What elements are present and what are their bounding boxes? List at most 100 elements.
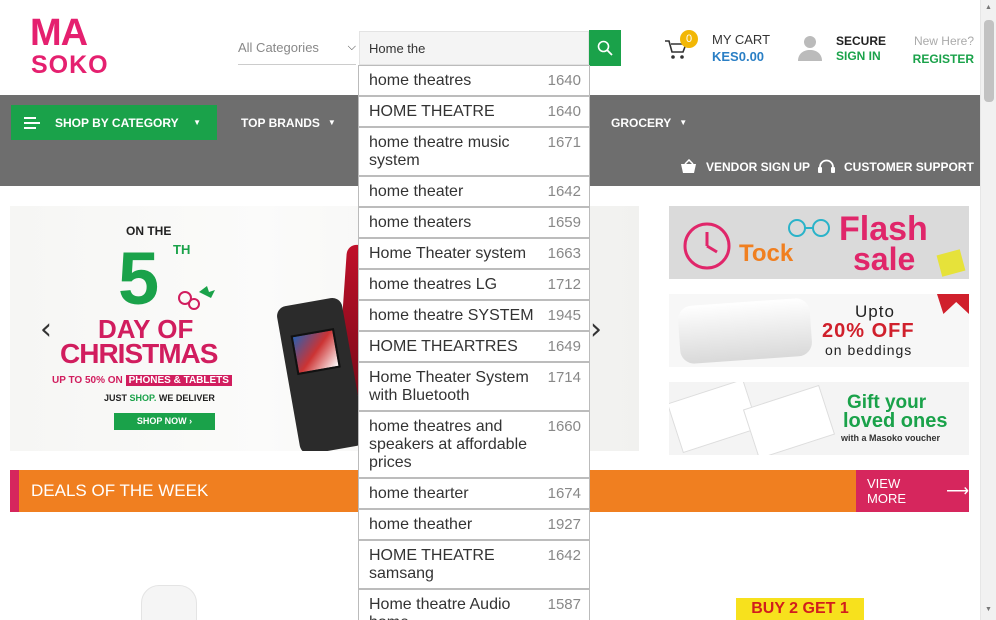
user-icon [798,36,822,61]
search-input-value: Home the [369,40,426,56]
gift-line2: loved ones [843,410,948,432]
chevron-down-icon: ⌵ [347,41,356,53]
flash-tock-text: Tock [739,240,794,267]
banner-offer-highlight: PHONES & TABLETS [125,375,232,386]
scroll-up-icon[interactable]: ▲ [985,4,992,11]
suggestion-item[interactable]: home theater 1642 [359,177,589,208]
suggestion-item[interactable]: home theatres 1640 [359,66,589,97]
new-here-label: New Here? [913,34,974,48]
suggestion-text: home theatres LG [369,276,498,293]
search-input[interactable]: Home the [359,31,589,65]
suggestion-count: 1714 [547,369,581,386]
pillow-image [677,297,813,365]
register-label: REGISTER [912,52,974,66]
suggestion-count: 1642 [547,183,581,200]
suggestion-text: home theaters [369,214,472,231]
caret-down-icon: ▼ [193,118,201,127]
search-suggestions-dropdown: home theatres 1640 HOME THEATRE 1640 home th… [358,65,590,620]
suggestion-count: 1640 [547,103,581,120]
suggestion-count: 1587 [547,596,581,613]
suggestion-count: 1927 [547,516,581,533]
customer-support-link[interactable]: CUSTOMER SUPPORT [818,159,974,175]
arrow-right-icon: ⟶ [946,483,969,500]
gift-voucher-banner[interactable]: Gift your loved ones with a Masoko vouch… [669,382,969,455]
category-select-value: All Categories [238,40,319,55]
logo-soko: SOKO [31,51,109,79]
view-more-button[interactable]: VIEW MORE ⟶ [856,470,969,512]
banner-tagline: JUST SHOP. WE DELIVER [104,393,215,403]
suggestion-item[interactable]: home theather 1927 [359,510,589,541]
caret-down-icon: ▼ [679,118,688,127]
suggestion-text: home theatres [369,72,472,89]
suggestion-item[interactable]: home theatre music system 1671 [359,128,589,177]
nav-grocery[interactable]: GROCERY ▼ [611,105,687,140]
menu-icon [24,116,40,129]
suggestion-count: 1674 [547,485,581,502]
suggestion-item[interactable]: HOME THEATRE samsang 1642 [359,541,589,590]
cart-count-badge: 0 [680,30,698,48]
suggestion-item[interactable]: Home Theater system 1663 [359,239,589,270]
register-link[interactable]: New Here? REGISTER [904,34,974,70]
deals-title: DEALS OF THE WEEK [31,481,209,500]
suggestion-text: home theatre music system [369,134,510,169]
suggestion-count: 1642 [547,547,581,564]
cart[interactable]: 0 MY CART KES0.00 [664,30,774,70]
suggestion-item[interactable]: home theatre SYSTEM 1945 [359,301,589,332]
suggestion-item[interactable]: HOME THEARTRES 1649 [359,332,589,363]
flash-sale-banner[interactable]: Tock Flash sale [669,206,969,279]
suggestion-item[interactable]: HOME THEATRE 1640 [359,97,589,128]
banner-on-the: ON THE [126,224,172,238]
bedding-offer-banner[interactable]: Upto 20% OFF on beddings [669,294,969,367]
cart-amount: KES0.00 [712,49,765,64]
nav-grocery-label: GROCERY [611,115,672,130]
sign-in-label: SIGN IN [836,49,881,63]
suggestion-text: Home theatre Audio home [369,596,511,620]
suggestion-text: home theater [369,183,464,200]
gift-line3: with a Masoko voucher [841,433,941,443]
basket-icon [681,159,696,173]
search-button[interactable] [589,30,621,66]
bed-off: 20% OFF [822,320,915,342]
suggestion-count: 1663 [547,245,581,262]
shop-by-category-button[interactable]: SHOP BY CATEGORY ▼ [11,105,217,140]
suggestion-item[interactable]: home thearter 1674 [359,479,589,510]
scrollbar-thumb[interactable] [984,20,994,102]
carousel-prev-icon[interactable]: ‹ [40,312,52,347]
nav-top-brands[interactable]: TOP BRANDS ▼ [241,105,336,140]
customer-support-label: CUSTOMER SUPPORT [844,160,974,174]
category-select[interactable]: All Categories ⌵ [238,31,356,65]
sign-in-link[interactable]: SECURE SIGN IN [797,32,907,72]
suggestion-item[interactable]: home theatres LG 1712 [359,270,589,301]
suggestion-count: 1671 [547,134,581,151]
carousel-next-icon[interactable]: › [590,312,602,347]
masoko-logo[interactable]: MA SOKO [30,14,112,80]
suggestion-item[interactable]: Home Theater System with Bluetooth 1714 [359,363,589,412]
sale-text: sale [853,241,916,277]
search-icon [597,40,613,56]
ribbon-icon [937,294,969,314]
banner-christmas: CHRISTMAS [60,338,218,369]
banner-tagline-deliver: WE DELIVER [158,393,215,403]
gift-box-icon [936,249,966,277]
scroll-down-icon[interactable]: ▼ [985,606,992,613]
suggestion-item[interactable]: home theatres and speakers at affordable… [359,412,589,479]
suggestion-count: 1659 [547,214,581,231]
deals-accent-strip [10,470,19,512]
shop-now-button[interactable]: SHOP NOW › [114,413,215,430]
vendor-sign-up-link[interactable]: VENDOR SIGN UP [680,159,810,174]
buy-2-get-1-free-badge: BUY 2 GET 1 FREE [736,598,864,620]
view-more-label: VIEW MORE [867,476,906,506]
banner-offer: UP TO 50% ON PHONES & TABLETS [52,375,232,386]
product-image[interactable] [141,585,197,620]
suggestion-item[interactable]: home theaters 1659 [359,208,589,239]
vertical-scrollbar[interactable]: ▲ ▼ [980,0,996,620]
page: MA SOKO All Categories ⌵ Home the 0 MY C… [0,0,980,620]
suggestion-item[interactable]: Home theatre Audio home 1587 [359,590,589,620]
logo-ma: MA [30,12,88,54]
vendor-sign-up-label: VENDOR SIGN UP [706,159,811,174]
banner-day-number: 5 [118,237,159,320]
suggestion-text: Home Theater system [369,245,527,262]
suggestion-text: Home Theater System with Bluetooth [369,369,529,404]
suggestion-text: HOME THEATRE [369,103,495,120]
clock-icon [683,222,731,270]
